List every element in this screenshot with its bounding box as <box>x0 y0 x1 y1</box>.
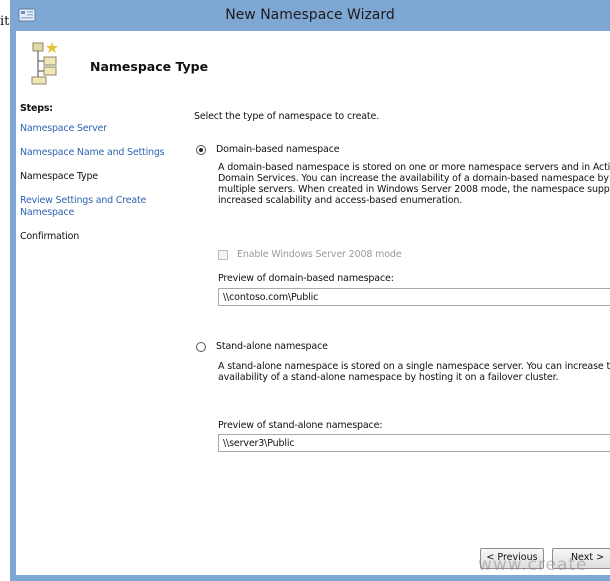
step-namespace-type: Namespace Type <box>20 171 98 182</box>
enable-2008-mode-checkbox <box>218 249 228 260</box>
instruction-text: Select the type of namespace to create. <box>194 111 380 122</box>
standalone-preview-label: Preview of stand-alone namespace: <box>218 420 383 431</box>
namespace-wizard-icon <box>31 42 58 85</box>
domain-preview-label: Preview of domain-based namespace: <box>218 273 394 284</box>
stand-alone-radio-row[interactable]: Stand-alone namespace <box>196 341 328 352</box>
domain-preview-field[interactable]: \\contoso.com\Public <box>218 288 610 306</box>
enable-2008-mode-label: Enable Windows Server 2008 mode <box>237 249 402 260</box>
steps-heading: Steps: <box>20 103 53 114</box>
step-namespace-server[interactable]: Namespace Server <box>20 123 182 135</box>
description-line: multiple servers. When created in Window… <box>218 184 610 195</box>
title-bar[interactable]: New Namespace Wizard <box>10 0 610 31</box>
domain-based-description: A domain-based namespace is stored on on… <box>218 162 610 206</box>
step-confirmation: Confirmation <box>20 231 80 242</box>
step-review-settings[interactable]: Review Settings and Create Namespace <box>20 195 182 219</box>
window-title: New Namespace Wizard <box>225 7 395 23</box>
domain-based-label[interactable]: Domain-based namespace <box>216 144 340 155</box>
stand-alone-description: A stand-alone namespace is stored on a s… <box>218 361 610 383</box>
standalone-preview-field[interactable]: \\server3\Public <box>218 434 610 452</box>
description-line: A domain-based namespace is stored on on… <box>218 162 610 173</box>
watermark: www.create <box>478 555 588 575</box>
steps-panel: Steps: Namespace Server Namespace Name a… <box>20 103 182 255</box>
description-line: A stand-alone namespace is stored on a s… <box>218 361 610 372</box>
page-title: Namespace Type <box>90 59 209 74</box>
step-namespace-name-settings[interactable]: Namespace Name and Settings <box>20 147 182 159</box>
description-line: increased scalability and access-based e… <box>218 195 463 206</box>
description-line: availability of a stand-alone namespace … <box>218 372 559 383</box>
description-line: Domain Services. You can increase the av… <box>218 173 609 184</box>
wizard-header: Namespace Type <box>16 31 610 97</box>
wizard-window: New Namespace Wizard Namespace Type Step… <box>10 0 610 581</box>
domain-based-radio-row[interactable]: Domain-based namespace <box>196 144 340 155</box>
stand-alone-radio[interactable] <box>196 341 206 352</box>
stand-alone-label[interactable]: Stand-alone namespace <box>216 341 328 352</box>
wizard-client-area: Namespace Type Steps: Namespace Server N… <box>16 31 610 575</box>
domain-based-radio[interactable] <box>196 144 206 155</box>
enable-2008-mode-row: Enable Windows Server 2008 mode <box>218 249 402 260</box>
